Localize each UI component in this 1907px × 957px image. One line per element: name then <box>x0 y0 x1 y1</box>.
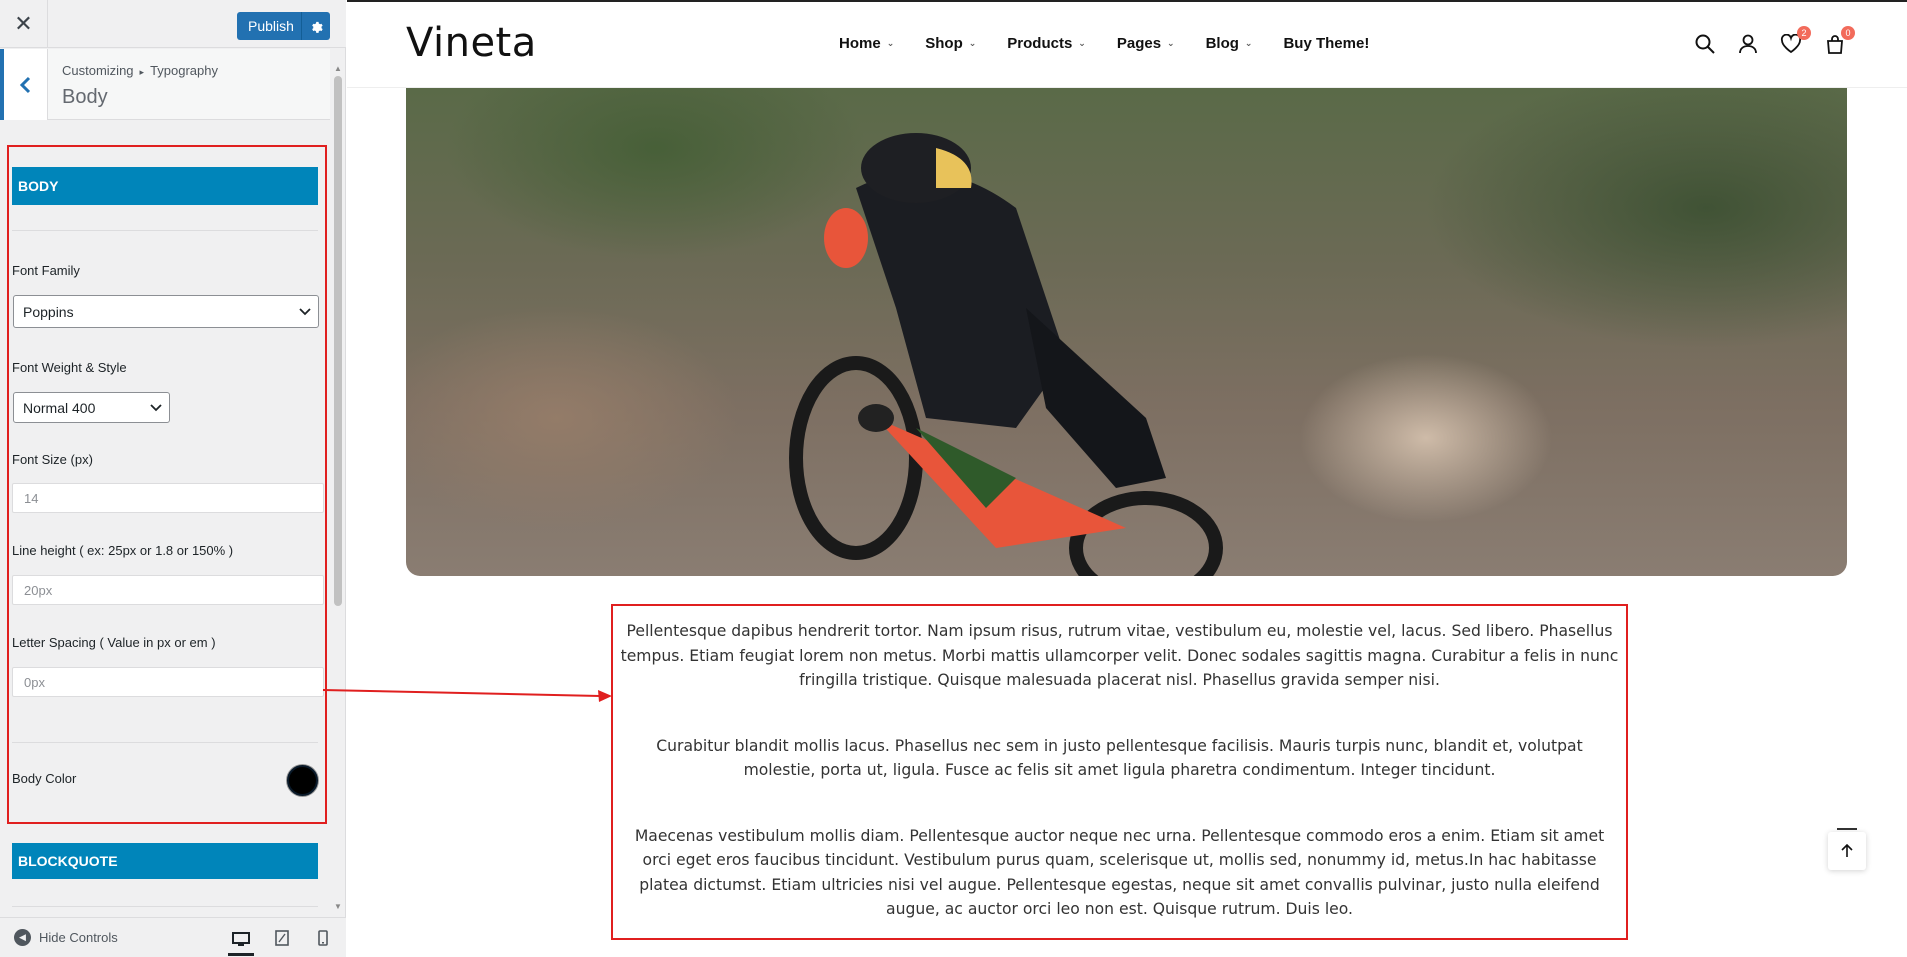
mountain-biker-illustration <box>789 133 1223 576</box>
nav-item-label: Buy Theme! <box>1283 35 1370 52</box>
tablet-icon <box>275 930 289 946</box>
nav-item-label: Blog <box>1205 35 1239 52</box>
controls-panel <box>0 121 330 916</box>
paragraph-1: Pellentesque dapibus hendrerit tortor. N… <box>620 622 1619 689</box>
customizer-header: ✕ Publish <box>0 0 346 48</box>
breadcrumb-root: Customizing <box>62 63 134 78</box>
font-size-label: Font Size (px) <box>12 452 93 467</box>
site-logo[interactable]: Vineta <box>406 20 537 66</box>
scroll-down-arrow-icon[interactable]: ▼ <box>334 902 342 911</box>
chevron-down-icon <box>292 305 318 319</box>
divider <box>1837 828 1857 830</box>
body-color-swatch[interactable] <box>287 765 318 796</box>
publish-button[interactable]: Publish <box>237 12 330 40</box>
section-title-bar: Customizing ▸ Typography Body <box>0 49 330 120</box>
nav-item-label: Products <box>1007 35 1073 52</box>
chevron-down-icon: ⌄ <box>1244 38 1253 48</box>
sidebar-scrollbar[interactable]: ▲ ▼ <box>332 64 344 916</box>
hide-controls-label: Hide Controls <box>39 930 118 945</box>
arrow-up-icon <box>1841 844 1853 857</box>
scrollbar-thumb[interactable] <box>334 76 342 606</box>
breadcrumb-current: Typography <box>150 63 218 78</box>
page-title: Body <box>62 86 108 108</box>
breadcrumb: Customizing ▸ Typography <box>62 63 218 78</box>
close-customizer-button[interactable]: ✕ <box>0 0 48 48</box>
nav-item-blog[interactable]: Blog ⌄ <box>1206 35 1253 52</box>
blockquote-section-heading[interactable]: BLOCKQUOTE <box>12 843 318 879</box>
divider <box>12 230 318 231</box>
desktop-icon <box>232 932 250 946</box>
chevron-down-icon: ⌄ <box>886 38 895 48</box>
paragraph-3: Maecenas vestibulum mollis diam. Pellent… <box>634 826 1605 919</box>
search-icon[interactable] <box>1693 32 1717 56</box>
breadcrumb-separator: ▸ <box>139 67 145 77</box>
publish-settings-gear-icon[interactable] <box>301 12 330 40</box>
nav-item-pages[interactable]: Pages ⌄ <box>1117 35 1175 52</box>
font-weight-value: Normal 400 <box>23 399 96 416</box>
nav-item-products[interactable]: Products ⌄ <box>1007 35 1086 52</box>
body-color-label: Body Color <box>12 771 77 786</box>
chevron-down-icon: ⌄ <box>1078 38 1086 48</box>
font-weight-select[interactable]: Normal 400 <box>13 392 170 423</box>
body-text-content: Pellentesque dapibus hendrerit tortor. N… <box>620 619 1619 957</box>
cart-icon[interactable]: 0 <box>1823 26 1855 56</box>
publish-label: Publish <box>248 18 294 34</box>
site-header: Vineta Home ⌄ Shop ⌄ Products ⌄ Pages ⌄ Blog ⌄ Buy… <box>347 2 1907 88</box>
nav-item-label: Home <box>839 35 881 52</box>
site-preview: Vineta Home ⌄ Shop ⌄ Products ⌄ Pages ⌄ Blog ⌄ Buy… <box>347 0 1907 957</box>
font-weight-label: Font Weight & Style <box>12 360 127 375</box>
back-button[interactable] <box>0 49 48 120</box>
wishlist-icon[interactable]: 2 <box>1779 26 1811 56</box>
letter-spacing-label: Letter Spacing ( Value in px or em ) <box>12 635 216 650</box>
divider <box>12 906 318 907</box>
body-section-heading[interactable]: BODY <box>12 167 318 205</box>
customizer-footer: ◀ Hide Controls <box>0 917 346 957</box>
customizer-sidebar: ✕ Publish Customizing ▸ Typography Body BO… <box>0 0 346 957</box>
paragraph-2: Curabitur blandit mollis lacus. Phasellu… <box>656 736 1583 780</box>
collapse-arrow-icon: ◀ <box>14 929 31 946</box>
chevron-down-icon <box>143 401 169 415</box>
font-size-input[interactable]: 14 <box>12 483 324 513</box>
letter-spacing-input[interactable]: 0px <box>12 667 324 697</box>
line-height-label: Line height ( ex: 25px or 1.8 or 150% ) <box>12 543 234 558</box>
font-family-value: Poppins <box>23 303 74 320</box>
font-family-select[interactable]: Poppins <box>13 295 319 328</box>
chevron-down-icon: ⌄ <box>1167 38 1175 48</box>
font-family-label: Font Family <box>12 263 80 278</box>
nav-item-label: Pages <box>1116 35 1162 52</box>
mobile-icon <box>318 930 328 946</box>
scroll-up-arrow-icon[interactable]: ▲ <box>334 64 342 73</box>
close-icon: ✕ <box>14 11 33 36</box>
desktop-preview-button[interactable] <box>228 926 254 956</box>
mobile-preview-button[interactable] <box>310 927 336 949</box>
hide-controls-button[interactable]: ◀ Hide Controls <box>14 929 118 946</box>
tablet-preview-button[interactable] <box>269 927 295 949</box>
line-height-input[interactable]: 20px <box>12 575 324 605</box>
nav-item-home[interactable]: Home ⌄ <box>839 35 894 52</box>
hero-image-mountain-biker <box>406 88 1847 576</box>
wishlist-count-badge: 2 <box>1797 26 1811 40</box>
nav-item-label: Shop <box>925 35 963 52</box>
main-nav: Home ⌄ Shop ⌄ Products ⌄ Pages ⌄ Blog ⌄ Buy Theme! <box>839 35 1400 52</box>
chevron-down-icon: ⌄ <box>968 38 977 48</box>
divider <box>12 742 318 743</box>
back-to-top-button[interactable] <box>1828 832 1866 870</box>
cart-count-badge: 0 <box>1841 26 1855 40</box>
nav-item-shop[interactable]: Shop ⌄ <box>925 35 976 52</box>
chevron-left-icon <box>19 76 30 93</box>
nav-item-buy-theme[interactable]: Buy Theme! <box>1283 35 1369 52</box>
account-icon[interactable] <box>1736 32 1760 56</box>
